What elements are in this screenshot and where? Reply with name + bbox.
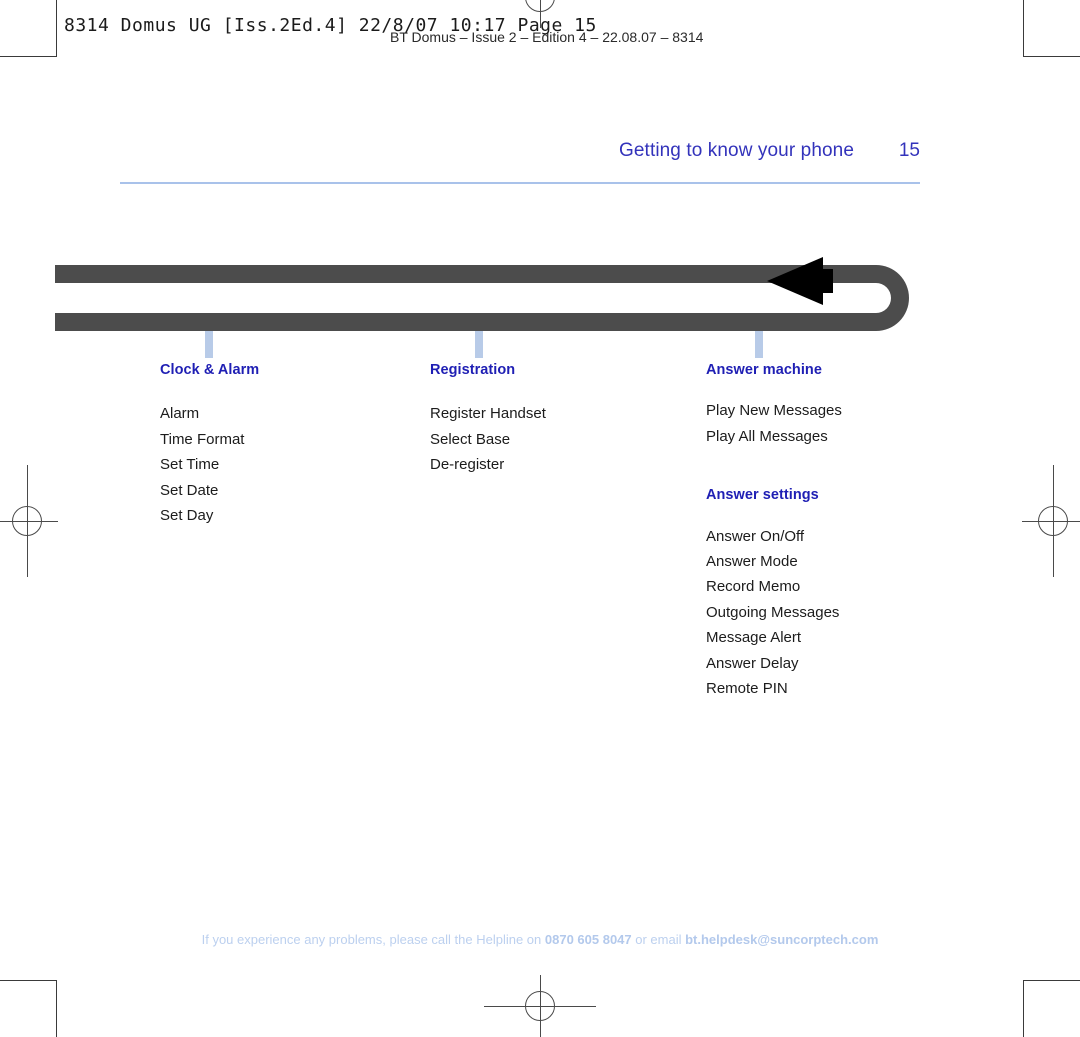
menu-group-items: Register Handset Select Base De-register	[430, 401, 690, 477]
menu-group: Answer machine Play New Messages Play Al…	[706, 362, 986, 449]
menu-group-items: Answer On/Off Answer Mode Record Memo Ou…	[706, 524, 986, 702]
menu-item: Play New Messages	[706, 402, 842, 420]
diagram-track-bottom	[55, 313, 865, 331]
menu-item: Set Date	[160, 481, 219, 499]
footer-text-before: If you experience any problems, please c…	[201, 932, 545, 947]
registration-mark-bottom	[484, 975, 596, 1037]
menu-item: Message Alert	[706, 629, 802, 647]
diagram-tick	[205, 331, 213, 358]
crop-mark-top-left	[0, 0, 57, 57]
menu-item: Answer Mode	[706, 553, 798, 570]
menu-group-heading: Clock & Alarm	[160, 362, 260, 378]
footer-email-address[interactable]: bt.helpdesk@suncorptech.com	[685, 932, 878, 947]
menu-item: Select Base	[430, 430, 511, 448]
registration-mark-left	[0, 465, 58, 577]
menu-column-3: Answer machine Play New Messages Play Al…	[706, 362, 986, 739]
menu-tree-diagram	[55, 257, 910, 358]
page-header: Getting to know your phone 15	[120, 140, 920, 162]
left-arrow-icon	[767, 257, 823, 305]
diagram-tick	[755, 331, 763, 358]
menu-group: Clock & Alarm Alarm Time Format Set Time…	[160, 362, 420, 528]
menu-item: Answer Delay	[706, 654, 799, 672]
page-title: Getting to know your phone	[619, 140, 854, 161]
footer-phone-number: 0870 605 8047	[544, 932, 632, 947]
menu-group-heading: Answer settings	[706, 487, 819, 504]
menu-group-items: Play New Messages Play All Messages	[706, 398, 986, 449]
menu-item: Register Handset	[430, 405, 546, 423]
prepress-slug-line-sans: BT Domus – Issue 2 – Edition 4 – 22.08.0…	[390, 29, 704, 45]
menu-item: Outgoing Messages	[706, 603, 840, 621]
menu-item: Set Time	[160, 456, 220, 474]
diagram-tick	[475, 331, 483, 358]
footer-text-middle: or email	[631, 932, 686, 947]
menu-item: Play All Messages	[706, 427, 828, 445]
menu-column-1: Clock & Alarm Alarm Time Format Set Time…	[160, 362, 420, 528]
menu-item: De-register	[430, 456, 505, 474]
page-number: 15	[898, 140, 920, 161]
menu-item: Record Memo	[706, 578, 801, 596]
crop-mark-bottom-right	[1023, 980, 1080, 1037]
crop-mark-top-right	[1023, 0, 1080, 57]
menu-item: Alarm	[160, 405, 200, 423]
footer-helpline: If you experience any problems, please c…	[0, 932, 1080, 947]
menu-item: Answer On/Off	[706, 527, 805, 545]
menu-item: Time Format	[160, 430, 245, 448]
menu-item: Set Day	[160, 507, 214, 525]
menu-group-heading: Registration	[430, 362, 516, 378]
menu-group-heading: Answer machine	[706, 362, 822, 378]
menu-group: Registration Register Handset Select Bas…	[430, 362, 690, 478]
header-divider	[120, 182, 920, 184]
crop-mark-bottom-left	[0, 980, 57, 1037]
menu-group-items: Alarm Time Format Set Time Set Date Set …	[160, 401, 420, 528]
menu-item: Remote PIN	[706, 680, 788, 698]
menu-group: Answer settings Answer On/Off Answer Mod…	[706, 487, 986, 701]
diagram-track-top	[55, 265, 865, 283]
menu-column-2: Registration Register Handset Select Bas…	[430, 362, 690, 478]
registration-mark-right	[1022, 465, 1080, 577]
